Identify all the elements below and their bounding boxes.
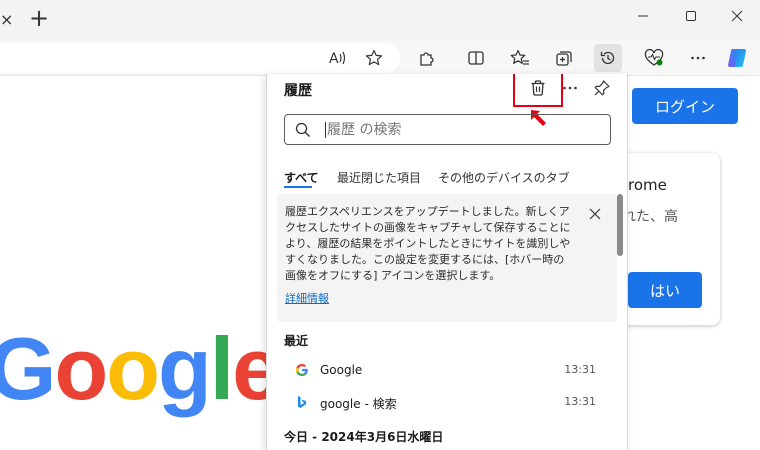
learn-more-link[interactable]: 詳細情報 bbox=[285, 290, 329, 306]
history-panel: 履歴 すべて 最近閉じた項目 その他のデバイスのタブ 履歴エクスペリエンスをアッ… bbox=[266, 74, 628, 450]
scrollbar-thumb[interactable] bbox=[617, 194, 623, 256]
promo-title: rome bbox=[628, 176, 667, 194]
favorite-button[interactable] bbox=[360, 44, 388, 72]
browser-essentials-button[interactable] bbox=[640, 44, 668, 72]
bing-favicon-icon bbox=[294, 394, 310, 410]
trash-icon bbox=[531, 80, 545, 96]
history-item-time: 13:31 bbox=[564, 395, 596, 408]
copilot-icon bbox=[728, 49, 746, 67]
logo-letter: o bbox=[54, 319, 108, 418]
notice-text: 履歴エクスペリエンスをアップデートしました。新しくアクセスしたサイトの画像をキャ… bbox=[285, 205, 571, 282]
favorites-button[interactable] bbox=[506, 44, 534, 72]
yes-button[interactable]: はい bbox=[628, 272, 702, 308]
puzzle-icon bbox=[420, 52, 434, 66]
history-button[interactable] bbox=[594, 44, 622, 72]
extensions-button[interactable] bbox=[413, 44, 441, 72]
delete-history-button[interactable] bbox=[524, 74, 552, 102]
today-section-label: 今日 - 2024年3月6日水曜日 bbox=[284, 430, 444, 444]
history-title: 履歴 bbox=[284, 83, 312, 99]
pin-panel-button[interactable] bbox=[588, 74, 616, 102]
collections-button[interactable] bbox=[550, 44, 578, 72]
new-tab-button[interactable]: + bbox=[26, 5, 52, 31]
history-item-time: 13:31 bbox=[564, 363, 596, 376]
google-favicon-icon bbox=[294, 362, 310, 378]
copilot-button[interactable] bbox=[724, 44, 752, 72]
logo-letter: l bbox=[209, 319, 234, 418]
search-icon bbox=[295, 122, 310, 137]
logo-letter: G bbox=[0, 319, 56, 418]
read-aloud-icon: A bbox=[329, 51, 346, 67]
logo-letter: o bbox=[106, 319, 160, 418]
pin-icon bbox=[594, 80, 610, 96]
split-screen-icon bbox=[468, 51, 484, 65]
notice-close-button[interactable] bbox=[585, 204, 605, 224]
minimize-icon bbox=[638, 15, 648, 17]
history-item-title: Google bbox=[320, 363, 363, 377]
logo-letter: g bbox=[157, 319, 212, 418]
update-notice: 履歴エクスペリエンスをアップデートしました。新しくアクセスしたサイトの画像をキャ… bbox=[277, 194, 617, 322]
tab-close-icon[interactable]: × bbox=[0, 10, 13, 29]
history-item[interactable]: google - 検索 13:31 bbox=[284, 387, 604, 417]
collections-icon bbox=[556, 51, 572, 66]
split-screen-button[interactable] bbox=[462, 44, 490, 72]
active-tab-indicator bbox=[284, 186, 312, 188]
tab-recently-closed[interactable]: 最近閉じた項目 bbox=[337, 169, 421, 186]
history-item[interactable]: Google 13:31 bbox=[284, 355, 604, 385]
text-cursor bbox=[325, 122, 326, 138]
history-search-input[interactable] bbox=[327, 119, 597, 141]
read-aloud-button[interactable]: A bbox=[324, 44, 352, 72]
history-item-title: google - 検索 bbox=[320, 397, 397, 411]
history-more-button[interactable] bbox=[556, 74, 584, 102]
more-horizontal-icon bbox=[691, 56, 705, 60]
minimize-button[interactable] bbox=[620, 0, 666, 32]
more-options-button[interactable] bbox=[684, 44, 712, 72]
maximize-icon bbox=[686, 11, 696, 21]
browser-toolbar: A bbox=[0, 40, 760, 76]
login-button[interactable]: ログイン bbox=[632, 88, 738, 124]
close-icon bbox=[589, 208, 601, 220]
google-logo: Google bbox=[0, 325, 281, 413]
history-icon bbox=[600, 51, 615, 65]
star-icon bbox=[365, 49, 383, 66]
close-icon bbox=[731, 10, 743, 22]
tab-other-devices[interactable]: その他のデバイスのタブ bbox=[438, 169, 570, 186]
tab-all[interactable]: すべて bbox=[284, 169, 319, 186]
promo-text: れた、高 bbox=[622, 209, 678, 225]
history-search-box[interactable] bbox=[284, 114, 611, 145]
svg-text:A: A bbox=[329, 51, 339, 67]
more-horizontal-icon bbox=[563, 86, 577, 90]
maximize-button[interactable] bbox=[668, 0, 714, 32]
heart-pulse-icon bbox=[644, 49, 664, 66]
tab-strip: × + bbox=[0, 0, 760, 40]
close-window-button[interactable] bbox=[714, 0, 760, 32]
recent-section-label: 最近 bbox=[284, 334, 309, 348]
favorites-list-icon bbox=[510, 49, 529, 65]
